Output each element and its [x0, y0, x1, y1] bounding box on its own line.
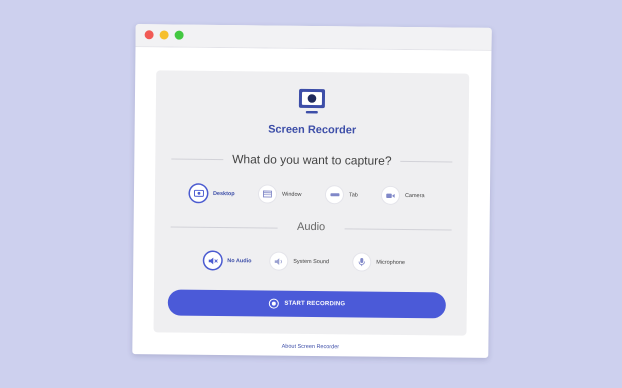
- maximize-window-button[interactable]: [174, 30, 184, 40]
- tab-icon: [325, 186, 344, 204]
- capture-option-window[interactable]: Window: [258, 185, 302, 203]
- capture-question-row: What do you want to capture?: [171, 152, 453, 169]
- screen-recorder-logo-icon: [297, 86, 327, 116]
- audio-option-label: System Sound: [293, 258, 330, 265]
- microphone-icon: [353, 253, 371, 271]
- audio-heading: Audio: [296, 220, 326, 234]
- capture-option-label: Window: [281, 191, 302, 198]
- audio-option-no-audio[interactable]: No Audio: [204, 251, 252, 270]
- capture-question: What do you want to capture?: [232, 152, 392, 168]
- title-bar: [135, 24, 492, 51]
- about-link[interactable]: About Screen Recorder: [132, 342, 488, 352]
- monitor-icon: [189, 184, 208, 202]
- camera-icon: [381, 186, 400, 204]
- audio-option-microphone[interactable]: Microphone: [353, 253, 405, 271]
- capture-option-label: Camera: [404, 192, 425, 199]
- audio-option-system-sound[interactable]: System Sound: [270, 252, 330, 271]
- capture-option-camera[interactable]: Camera: [381, 186, 425, 204]
- close-window-button[interactable]: [144, 30, 154, 40]
- start-recording-label: START RECORDING: [284, 300, 346, 308]
- audio-option-label: Microphone: [376, 259, 406, 266]
- record-icon: [268, 298, 279, 309]
- app-title: Screen Recorder: [268, 123, 357, 137]
- capture-option-tab[interactable]: Tab: [325, 186, 358, 204]
- minimize-window-button[interactable]: [159, 30, 169, 40]
- speaker-muted-icon: [204, 251, 222, 270]
- start-recording-button[interactable]: START RECORDING: [167, 289, 446, 319]
- app-window: Screen Recorder What do you want to capt…: [132, 24, 492, 358]
- recorder-panel: Screen Recorder What do you want to capt…: [153, 70, 470, 336]
- capture-option-label: Tab: [348, 191, 358, 198]
- capture-option-label: Desktop: [212, 190, 235, 197]
- window-icon: [258, 185, 277, 203]
- audio-heading-row: Audio: [170, 220, 452, 237]
- audio-option-label: No Audio: [227, 257, 252, 264]
- speaker-icon: [270, 252, 288, 270]
- capture-option-desktop[interactable]: Desktop: [189, 184, 235, 202]
